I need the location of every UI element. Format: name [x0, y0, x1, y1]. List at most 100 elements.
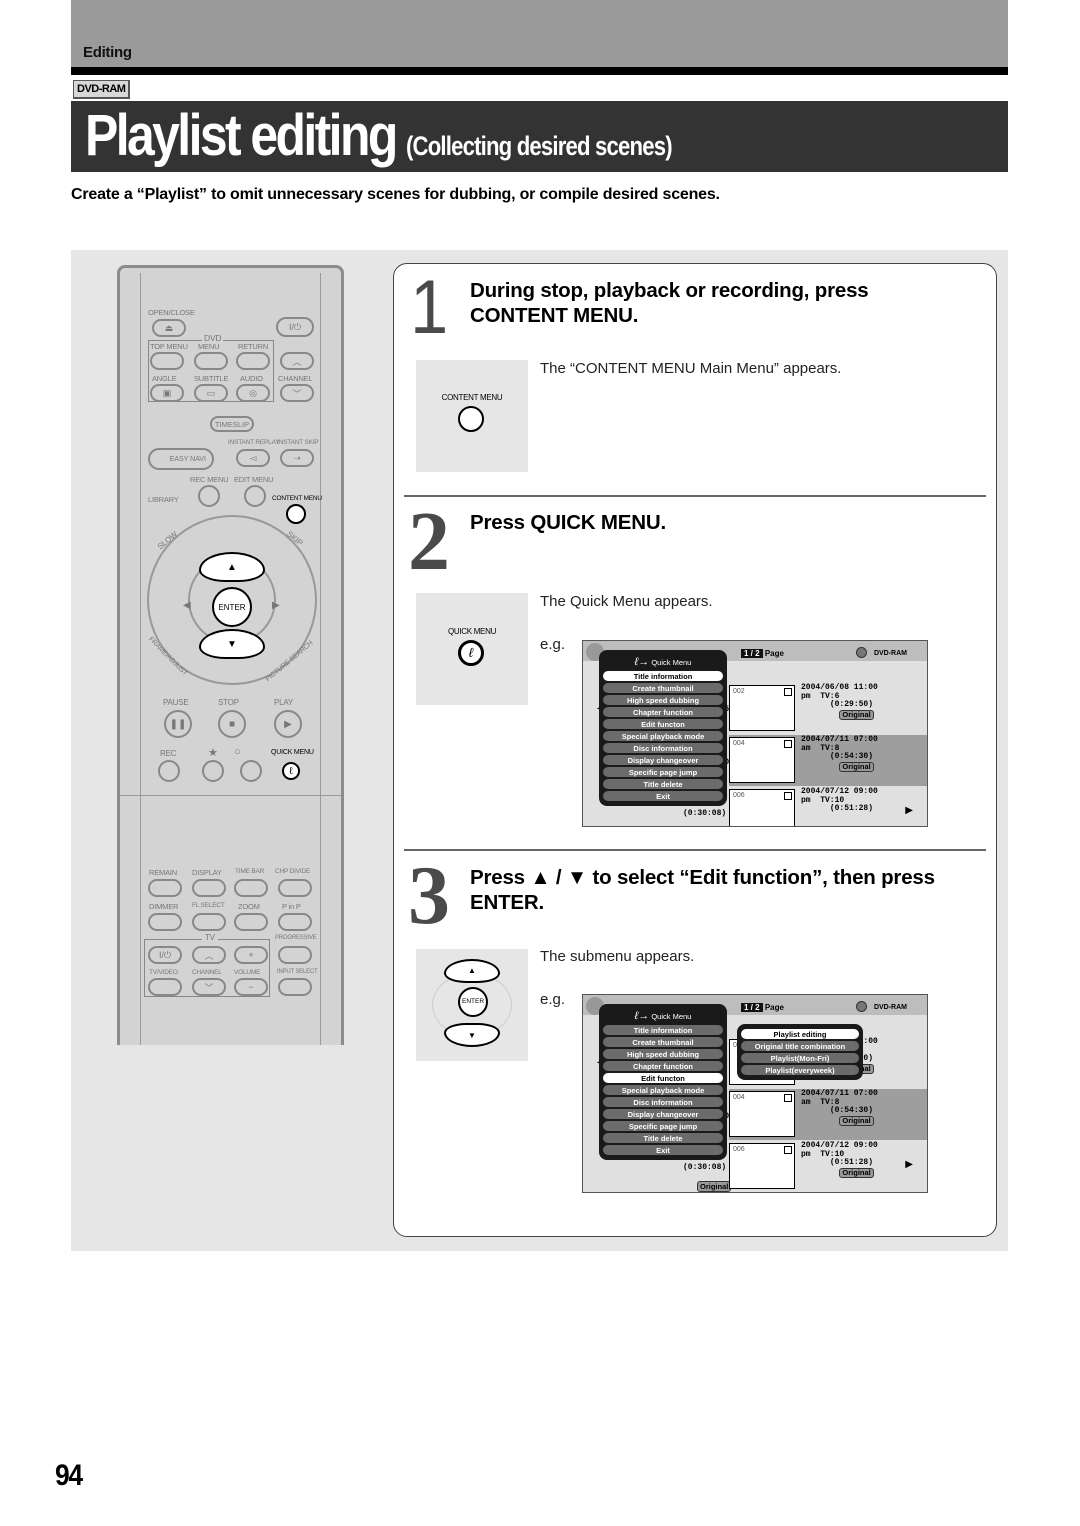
title-info: 2004/07/12 09:00 pm TV:10 (0:51:28) — [801, 787, 878, 813]
right-arrow-icon: ▶ — [272, 600, 280, 611]
submenu-item-original-title-combination[interactable]: Original title combination — [740, 1040, 860, 1052]
tv-power-button: I/⏻ — [148, 946, 182, 964]
down-arrow-button: ▼ — [444, 1023, 500, 1047]
chp-divide-button — [278, 879, 312, 897]
page-indicator: 1 / 2 Page — [741, 1003, 784, 1012]
camera-icon: ▣ — [162, 387, 172, 398]
zoom-button — [234, 913, 268, 931]
label-play: PLAY — [274, 698, 294, 707]
stop-button: ■ — [218, 710, 246, 738]
menu-item-special-playback[interactable]: Special playback mode — [602, 730, 724, 742]
header-band — [71, 0, 1008, 67]
menu-item-exit[interactable]: Exit — [602, 790, 724, 802]
menu-item-disc-information[interactable]: Disc information — [602, 742, 724, 754]
easy-navi-label: EASY NAVI — [169, 455, 206, 463]
label-subtitle: SUBTITLE — [194, 374, 229, 383]
label-input-select: INPUT SELECT — [277, 969, 318, 975]
label-instant-replay: INSTANT REPLAY — [228, 439, 280, 446]
menu-item-high-speed-dubbing[interactable]: High speed dubbing — [602, 694, 724, 706]
play-icon: ▶ — [284, 718, 292, 730]
step-2-description: The Quick Menu appears. — [540, 593, 713, 610]
menu-item-create-thumbnail[interactable]: Create thumbnail — [602, 682, 724, 694]
step-1-description: The “CONTENT MENU Main Menu” appears. — [540, 360, 842, 377]
channel-up-button: ︿ — [280, 352, 314, 370]
title-number: 004 — [733, 1094, 745, 1101]
intro-text: Create a “Playlist” to omit unnecessary … — [71, 186, 720, 203]
angle-button: ▣ — [150, 384, 184, 402]
left-time: (0:30:08) — [683, 1163, 727, 1172]
title-thumbnail: 004 — [729, 737, 795, 783]
header-rule — [71, 67, 1008, 75]
menu-item-display-changeover[interactable]: Display changeover — [602, 1108, 724, 1120]
label-progressive: PROGRESSIVE — [275, 935, 317, 941]
input-select-button — [278, 978, 312, 996]
p-in-p-button — [278, 913, 312, 931]
page-current: 1 / 2 — [741, 649, 763, 658]
menu-item-title-information[interactable]: Title information — [602, 670, 724, 682]
menu-item-edit-function[interactable]: Edit functon — [602, 718, 724, 730]
menu-item-edit-function[interactable]: Edit functon — [602, 1072, 724, 1084]
chapter-icon — [784, 792, 792, 800]
menu-item-high-speed-dubbing[interactable]: High speed dubbing — [602, 1048, 724, 1060]
step-2-title: Press QUICK MENU. — [470, 511, 666, 534]
menu-item-title-delete[interactable]: Title delete — [602, 778, 724, 790]
quick-menu-caption: QUICK MENU — [447, 627, 497, 636]
eg-label: e.g. — [540, 991, 566, 1008]
enter-button-icon: ENTER — [458, 987, 488, 1017]
title-info: 2004/07/11 07:00 am TV:8 (0:54:30) Origi… — [801, 735, 878, 772]
submenu-item-playlist-editing[interactable]: Playlist editing — [740, 1028, 860, 1040]
menu-item-chapter-function[interactable]: Chapter function — [602, 706, 724, 718]
title-row: 006 2004/07/12 09:00 pm TV:10 (0:51:28) — [729, 787, 927, 826]
fl-select-button — [192, 913, 226, 931]
content-menu-illustration: CONTENT MENU — [416, 360, 528, 472]
page-indicator: 1 / 2 Page — [741, 649, 784, 658]
submenu-item-playlist-mon-fri[interactable]: Playlist(Mon-Fri) — [740, 1052, 860, 1064]
menu-item-exit[interactable]: Exit — [602, 1144, 724, 1156]
easy-navi-button: EASY NAVI — [148, 448, 214, 470]
rec-menu-button — [198, 485, 220, 507]
quick-menu-icon: ℓ — [458, 640, 484, 666]
menu-item-create-thumbnail[interactable]: Create thumbnail — [602, 1036, 724, 1048]
tv-channel-down-button: ﹀ — [192, 978, 226, 996]
power-icon: I/⏻ — [158, 949, 172, 960]
menu-button — [194, 352, 228, 370]
label-stop: STOP — [218, 698, 239, 707]
remote-control: OPEN/CLOSE ⏏ I/⏻ DVD TOP MENU MENU RETUR… — [117, 265, 344, 1045]
label-menu: MENU — [198, 342, 220, 351]
page-current: 1 / 2 — [741, 1003, 763, 1012]
label-tv-video: TV/VIDEO — [149, 969, 178, 976]
step-separator — [404, 849, 986, 851]
title-number: 006 — [733, 1146, 745, 1153]
chapter-icon — [784, 740, 792, 748]
label-quick-menu: QUICK MENU — [271, 749, 314, 756]
content-menu-button — [286, 504, 306, 524]
menu-item-title-delete[interactable]: Title delete — [602, 1132, 724, 1144]
menu-item-title-information[interactable]: Title information — [602, 1024, 724, 1036]
title-thumbnail: 006 — [729, 1143, 795, 1189]
label-p-in-p: P in P — [282, 902, 301, 911]
original-badge: Original — [839, 761, 874, 772]
menu-item-disc-information[interactable]: Disc information — [602, 1096, 724, 1108]
menu-item-special-playback[interactable]: Special playback mode — [602, 1084, 724, 1096]
label-return: RETURN — [238, 342, 269, 351]
page-number: 94 — [55, 1459, 83, 1492]
left-time: (0:30:08) — [683, 809, 727, 818]
time-bar-button — [234, 879, 268, 897]
step-number-2: 2 — [408, 495, 450, 588]
step-1-title: During stop, playback or recording, pres… — [470, 279, 869, 327]
menu-item-display-changeover[interactable]: Display changeover — [602, 754, 724, 766]
menu-item-specific-page-jump[interactable]: Specific page jump — [602, 1120, 724, 1132]
menu-item-specific-page-jump[interactable]: Specific page jump — [602, 766, 724, 778]
section-label: Editing — [83, 44, 132, 61]
submenu-item-playlist-everyweek[interactable]: Playlist(everyweek) — [740, 1064, 860, 1076]
title-number: 004 — [733, 740, 745, 747]
label-tv-channel: CHANNEL — [192, 969, 222, 976]
menu-item-chapter-function[interactable]: Chapter function — [602, 1060, 724, 1072]
quick-menu-screen: 1 / 2 Page DVD-RAM ◀ 07:00 3:45) 09:00 2… — [582, 640, 928, 827]
skip-icon: ➝ — [293, 452, 301, 463]
label-fl-select: FL SELECT — [192, 902, 225, 909]
page-subtitle: (Collecting desired scenes) — [406, 131, 673, 161]
timeslip-label: TIMESLIP — [214, 419, 250, 429]
original-badge: Original — [697, 1176, 732, 1192]
disc-type: DVD-RAM — [873, 1004, 907, 1011]
